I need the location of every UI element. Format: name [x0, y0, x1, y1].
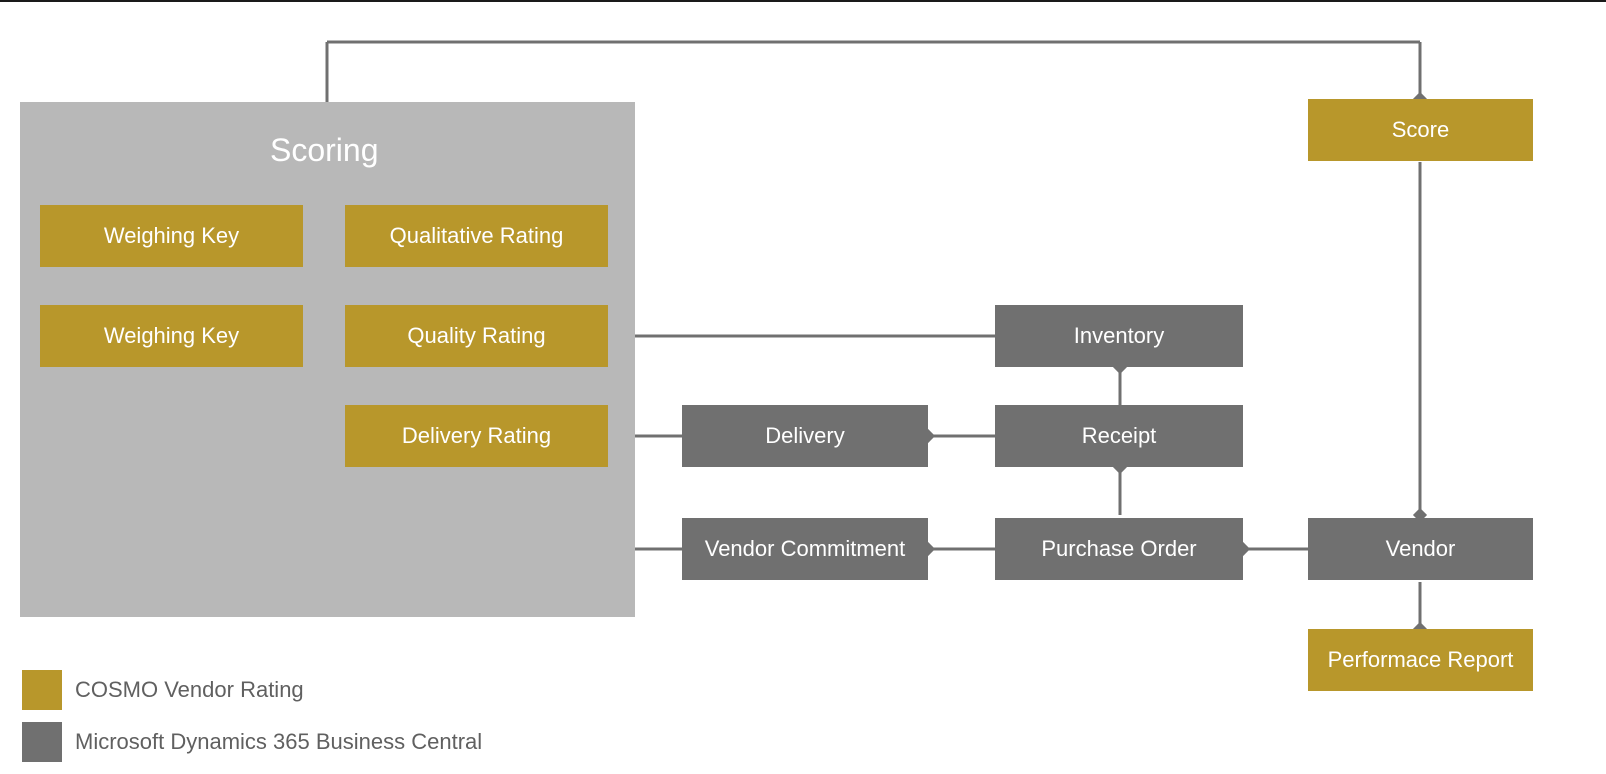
- weighing-key-2: Weighing Key: [40, 305, 303, 367]
- legend-swatch-cosmo: [22, 670, 62, 710]
- performance-report: Performace Report: [1308, 629, 1533, 691]
- purchase-order: Purchase Order: [995, 518, 1243, 580]
- legend-label-cosmo: COSMO Vendor Rating: [75, 677, 304, 703]
- delivery: Delivery: [682, 405, 928, 467]
- inventory: Inventory: [995, 305, 1243, 367]
- scoring-title: Scoring: [270, 132, 379, 169]
- qualitative-rating: Qualitative Rating: [345, 205, 608, 267]
- diagram-canvas: Scoring Weighing Key Qualitative Rating …: [0, 0, 1606, 772]
- receipt: Receipt: [995, 405, 1243, 467]
- vendor-commitment: Vendor Commitment: [682, 518, 928, 580]
- legend-label-ms: Microsoft Dynamics 365 Business Central: [75, 729, 482, 755]
- weighing-key-1: Weighing Key: [40, 205, 303, 267]
- score: Score: [1308, 99, 1533, 161]
- vendor: Vendor: [1308, 518, 1533, 580]
- quality-rating: Quality Rating: [345, 305, 608, 367]
- delivery-rating: Delivery Rating: [345, 405, 608, 467]
- legend-swatch-ms: [22, 722, 62, 762]
